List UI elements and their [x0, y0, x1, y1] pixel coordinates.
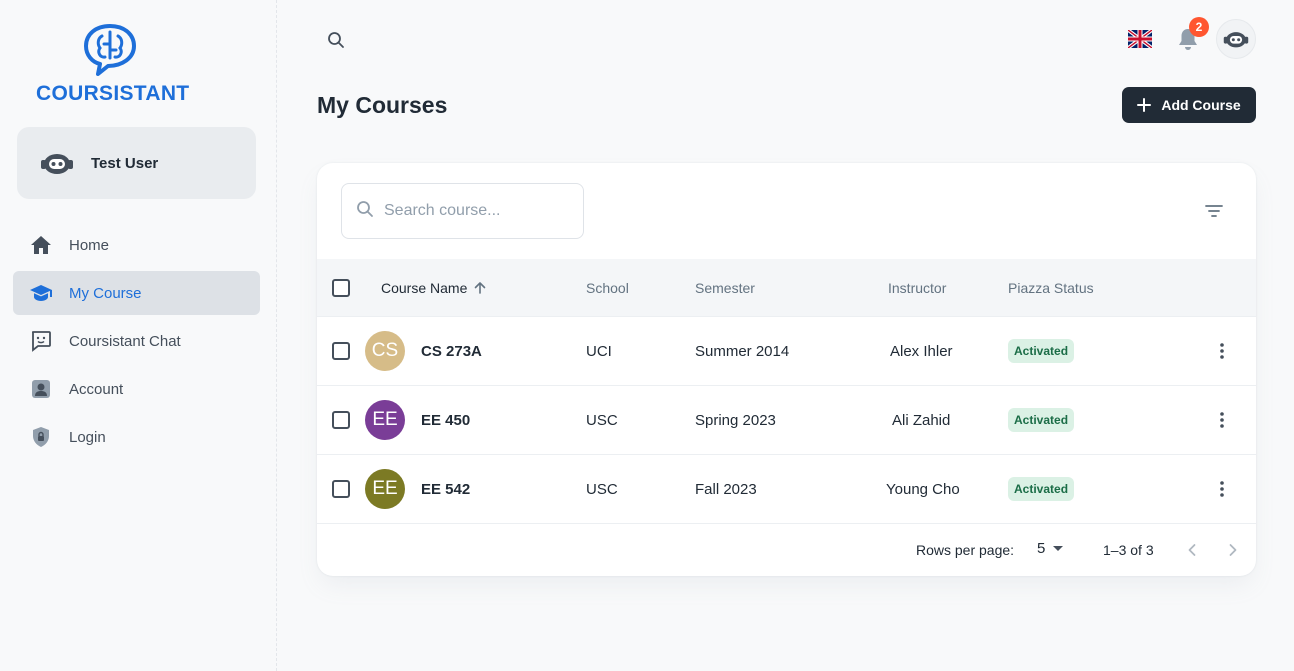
course-instructor: Young Cho — [886, 480, 960, 498]
select-all-cell — [332, 259, 350, 317]
table-row[interactable]: CS CS 273A UCI Summer 2014 Alex Ihler Ac… — [317, 317, 1256, 386]
column-label: Instructor — [888, 280, 947, 296]
sidebar-item-login[interactable]: Login — [13, 415, 260, 459]
lock-icon — [29, 425, 53, 449]
row-checkbox[interactable] — [332, 480, 350, 498]
account-avatar[interactable] — [1216, 19, 1256, 59]
course-avatar: EE — [365, 469, 405, 509]
rows-per-page-value: 5 — [1037, 540, 1046, 557]
column-label: Course Name — [381, 280, 468, 296]
course-semester: Summer 2014 — [695, 342, 790, 360]
brain-chat-logo-icon — [84, 24, 136, 76]
home-icon — [29, 233, 53, 257]
logo-text: COURSISTANT — [36, 82, 190, 105]
course-name: CS 273A — [421, 342, 482, 360]
search-course-input[interactable] — [384, 202, 564, 220]
add-course-button[interactable]: Add Course — [1122, 87, 1256, 123]
column-label: Piazza Status — [1008, 280, 1094, 296]
course-avatar: EE — [365, 400, 405, 440]
notification-badge: 2 — [1189, 17, 1209, 37]
rows-per-page-select[interactable]: 5 — [1037, 540, 1064, 557]
course-instructor: Alex Ihler — [890, 342, 953, 360]
course-semester: Spring 2023 — [695, 411, 776, 429]
status-badge: Activated — [1008, 477, 1075, 501]
sort-arrow-up-icon — [473, 281, 487, 295]
sidebar-nav: Home My Course Coursistant Chat Account … — [13, 223, 260, 463]
table-row[interactable]: EE EE 450 USC Spring 2023 Ali Zahid Acti… — [317, 386, 1256, 455]
course-school: UCI — [586, 342, 612, 360]
sidebar-item-home[interactable]: Home — [13, 223, 260, 267]
sidebar-item-my-course[interactable]: My Course — [13, 271, 260, 315]
search-icon — [356, 200, 374, 223]
chevron-left-icon[interactable] — [1182, 540, 1202, 560]
page-title: My Courses — [317, 92, 448, 118]
table-pagination: Rows per page: 5 1–3 of 3 — [317, 524, 1256, 576]
status-badge: Activated — [1008, 339, 1075, 363]
column-course-name[interactable]: Course Name — [381, 259, 487, 317]
search-course-box — [341, 183, 584, 239]
course-school: USC — [586, 480, 618, 498]
column-piazza-status[interactable]: Piazza Status — [1008, 259, 1094, 317]
search-icon[interactable] — [324, 28, 348, 52]
more-vertical-icon[interactable] — [1210, 477, 1234, 501]
course-instructor: Ali Zahid — [892, 411, 951, 429]
row-checkbox[interactable] — [332, 411, 350, 429]
course-name: EE 542 — [421, 480, 471, 498]
pagination-range: 1–3 of 3 — [1103, 542, 1154, 558]
column-instructor[interactable]: Instructor — [888, 259, 946, 317]
courses-table-card: Course Name School Semester Instructor P… — [317, 163, 1256, 576]
sidebar: COURSISTANT Test User Home My Course Cou… — [0, 0, 277, 671]
sidebar-item-chat[interactable]: Coursistant Chat — [13, 319, 260, 363]
account-icon — [29, 377, 53, 401]
course-avatar: CS — [365, 331, 405, 371]
select-all-checkbox[interactable] — [332, 279, 350, 297]
course-semester: Fall 2023 — [695, 480, 757, 498]
column-school[interactable]: School — [586, 259, 629, 317]
bot-avatar-icon — [39, 145, 75, 181]
sidebar-item-label: Coursistant Chat — [69, 332, 181, 350]
uk-flag-icon[interactable] — [1126, 28, 1154, 50]
more-vertical-icon[interactable] — [1210, 408, 1234, 432]
bot-avatar-icon — [1223, 32, 1249, 48]
column-semester[interactable]: Semester — [695, 259, 755, 317]
caret-down-icon — [1053, 546, 1064, 551]
graduation-cap-icon — [29, 281, 53, 305]
table-row[interactable]: EE EE 542 USC Fall 2023 Young Cho Activa… — [317, 455, 1256, 524]
sidebar-item-label: Home — [69, 236, 110, 254]
logo[interactable]: COURSISTANT — [36, 22, 190, 108]
chat-icon — [29, 329, 53, 353]
more-vertical-icon[interactable] — [1210, 339, 1234, 363]
table-header: Course Name School Semester Instructor P… — [317, 259, 1256, 317]
sidebar-item-account[interactable]: Account — [13, 367, 260, 411]
status-badge: Activated — [1008, 408, 1075, 432]
user-name: Test User — [91, 154, 159, 172]
course-school: USC — [586, 411, 618, 429]
sidebar-item-label: Login — [69, 428, 106, 446]
chevron-right-icon[interactable] — [1223, 540, 1243, 560]
rows-per-page-label: Rows per page: — [916, 542, 1015, 558]
filter-icon[interactable] — [1203, 201, 1225, 221]
user-card[interactable]: Test User — [17, 127, 256, 199]
course-name: EE 450 — [421, 411, 471, 429]
row-checkbox[interactable] — [332, 342, 350, 360]
column-label: School — [586, 280, 629, 296]
sidebar-item-label: Account — [69, 380, 124, 398]
column-label: Semester — [695, 280, 755, 296]
plus-icon — [1137, 98, 1152, 112]
add-course-label: Add Course — [1161, 97, 1241, 113]
sidebar-item-label: My Course — [69, 284, 142, 302]
